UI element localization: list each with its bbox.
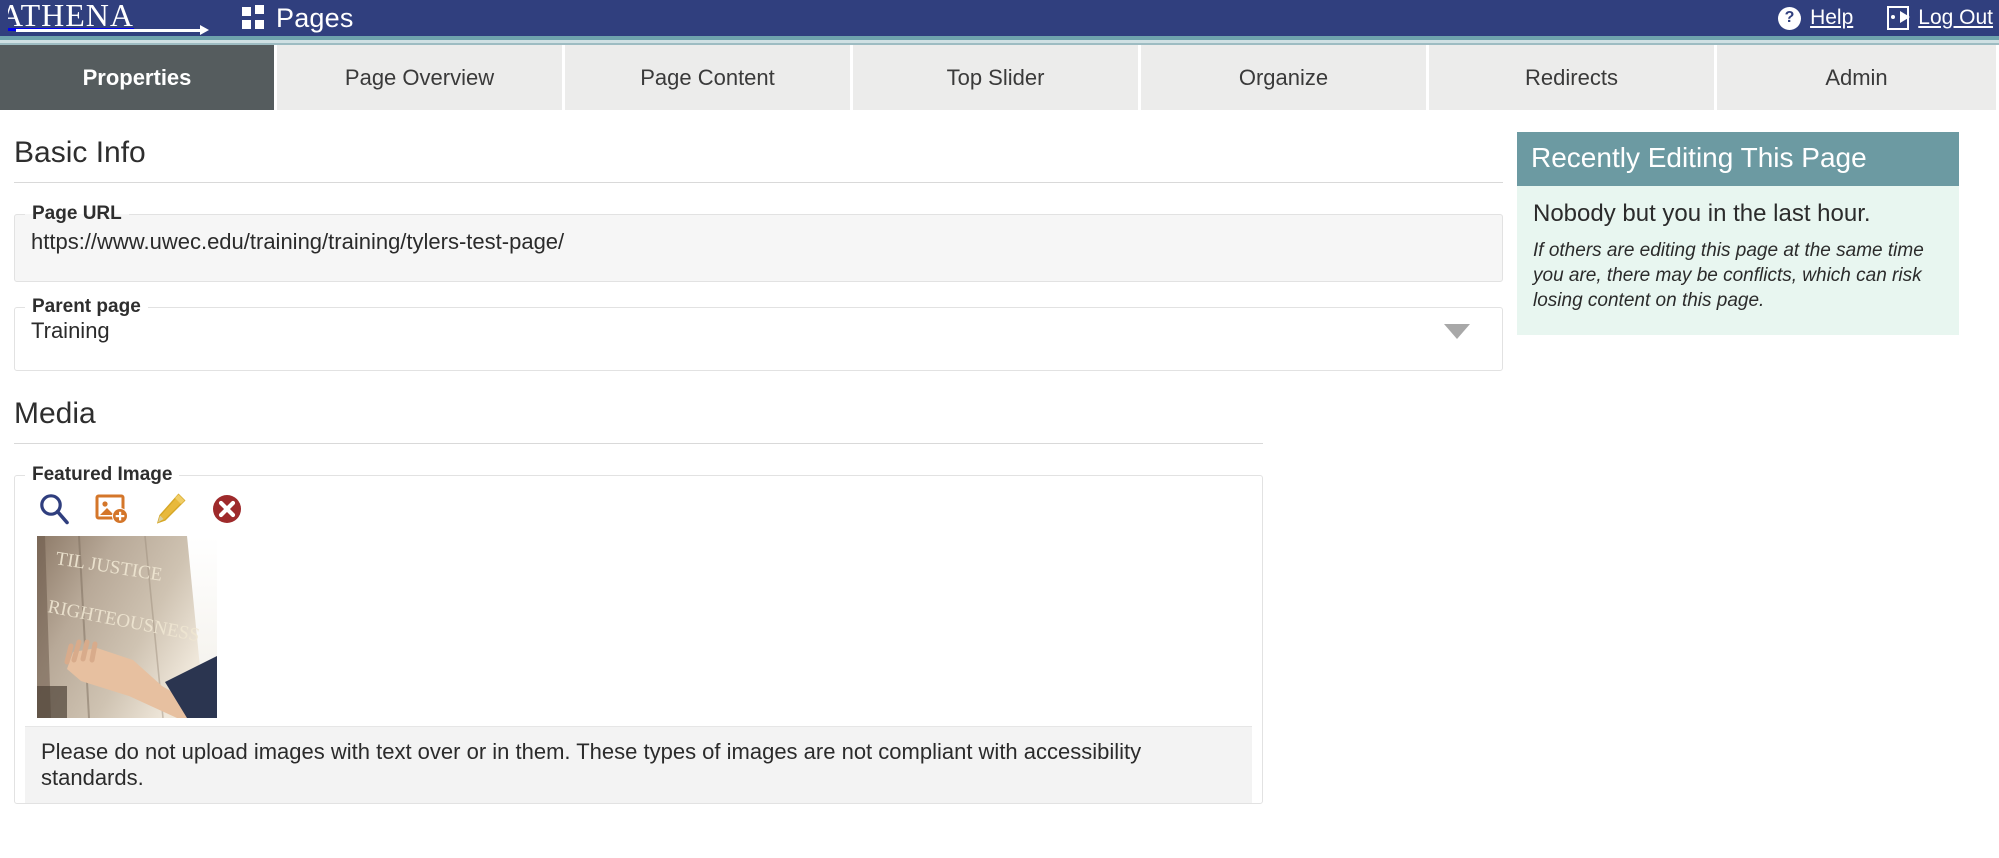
- featured-image-label: Featured Image: [32, 464, 173, 485]
- search-icon[interactable]: [37, 492, 71, 526]
- recently-editing-note: If others are editing this page at the s…: [1533, 240, 1924, 312]
- grid-square-4: [255, 20, 264, 29]
- chevron-down-icon[interactable]: [1444, 323, 1470, 339]
- section-tabs: Properties Page Overview Page Content Top S…: [0, 45, 1999, 110]
- page-url-label: Page URL: [32, 203, 122, 224]
- tab-page-overview[interactable]: Page Overview: [277, 45, 565, 110]
- grid-square-2: [255, 5, 264, 14]
- header-actions: ? Help Log Out: [1778, 6, 1999, 30]
- grid-square-1: [242, 7, 251, 16]
- basic-info-rule: [14, 182, 1503, 183]
- featured-image-body: TIL JUSTICE RIGHTEOUSNESS Please do not …: [15, 486, 1262, 803]
- tab-label: Page Overview: [344, 64, 495, 90]
- right-column: Recently Editing This Page Nobody but yo…: [1517, 110, 1999, 818]
- parent-page-value: Training: [31, 318, 110, 343]
- logout-link-label: Log Out: [1918, 6, 1993, 29]
- tab-page-content[interactable]: Page Content: [565, 45, 853, 110]
- main-content: Basic Info Page URL https://www.uwec.edu…: [0, 110, 1999, 818]
- athena-logo-text: ATHENA: [8, 0, 134, 33]
- tab-organize[interactable]: Organize: [1141, 45, 1429, 110]
- tab-label: Redirects: [1525, 64, 1618, 90]
- tab-label: Organize: [1238, 64, 1329, 90]
- basic-info-heading: Basic Info: [14, 136, 146, 169]
- media-heading: Media: [14, 397, 96, 430]
- page-title: Pages: [276, 2, 354, 33]
- tab-label: Properties: [82, 64, 192, 90]
- help-link[interactable]: ? Help: [1778, 6, 1853, 30]
- parent-page-select[interactable]: Training: [15, 318, 1502, 370]
- tab-properties[interactable]: Properties: [0, 45, 277, 110]
- featured-image-field: Featured Image TIL JUSTICE RIGHTEOUSNESS…: [14, 464, 1263, 804]
- page-url-input[interactable]: https://www.uwec.edu/training/training/t…: [15, 225, 1502, 281]
- edit-pencil-icon[interactable]: [153, 492, 187, 526]
- tab-admin[interactable]: Admin: [1717, 45, 1999, 110]
- top-header-bar: ATHENA Pages ? Help Log Out: [0, 0, 1999, 36]
- tab-label: Top Slider: [946, 64, 1045, 90]
- tab-label: Admin: [1825, 64, 1888, 90]
- remove-x-icon[interactable]: [211, 493, 243, 525]
- question-mark-circle-icon: ?: [1778, 6, 1802, 30]
- recently-editing-lead: Nobody but you in the last hour.: [1533, 200, 1871, 227]
- tab-redirects[interactable]: Redirects: [1429, 45, 1717, 110]
- recently-editing-body: Nobody but you in the last hour. If othe…: [1517, 186, 1959, 336]
- add-image-icon[interactable]: [95, 493, 129, 525]
- featured-image-note: Please do not upload images with text ov…: [25, 726, 1252, 803]
- tab-top-slider[interactable]: Top Slider: [853, 45, 1141, 110]
- athena-logo-arrow-icon: [16, 25, 209, 35]
- logout-door-arrow-icon: [1887, 6, 1911, 30]
- help-link-label: Help: [1810, 6, 1854, 29]
- recently-editing-panel: Recently Editing This Page Nobody but yo…: [1517, 132, 1959, 336]
- grid-apps-icon[interactable]: [242, 5, 264, 29]
- page-url-field[interactable]: Page URL https://www.uwec.edu/training/t…: [14, 203, 1503, 282]
- parent-page-field[interactable]: Parent page Training: [14, 296, 1503, 371]
- left-column: Basic Info Page URL https://www.uwec.edu…: [0, 110, 1517, 818]
- media-rule: [14, 443, 1263, 444]
- parent-page-label: Parent page: [32, 296, 141, 317]
- featured-image-toolbar: [25, 488, 1252, 532]
- athena-logo[interactable]: ATHENA: [8, 0, 220, 36]
- featured-image-thumbnail[interactable]: TIL JUSTICE RIGHTEOUSNESS: [37, 536, 217, 718]
- grid-square-3: [242, 20, 251, 29]
- recently-editing-title: Recently Editing This Page: [1517, 132, 1959, 186]
- logout-link[interactable]: Log Out: [1887, 6, 1993, 30]
- tab-label: Page Content: [640, 64, 775, 90]
